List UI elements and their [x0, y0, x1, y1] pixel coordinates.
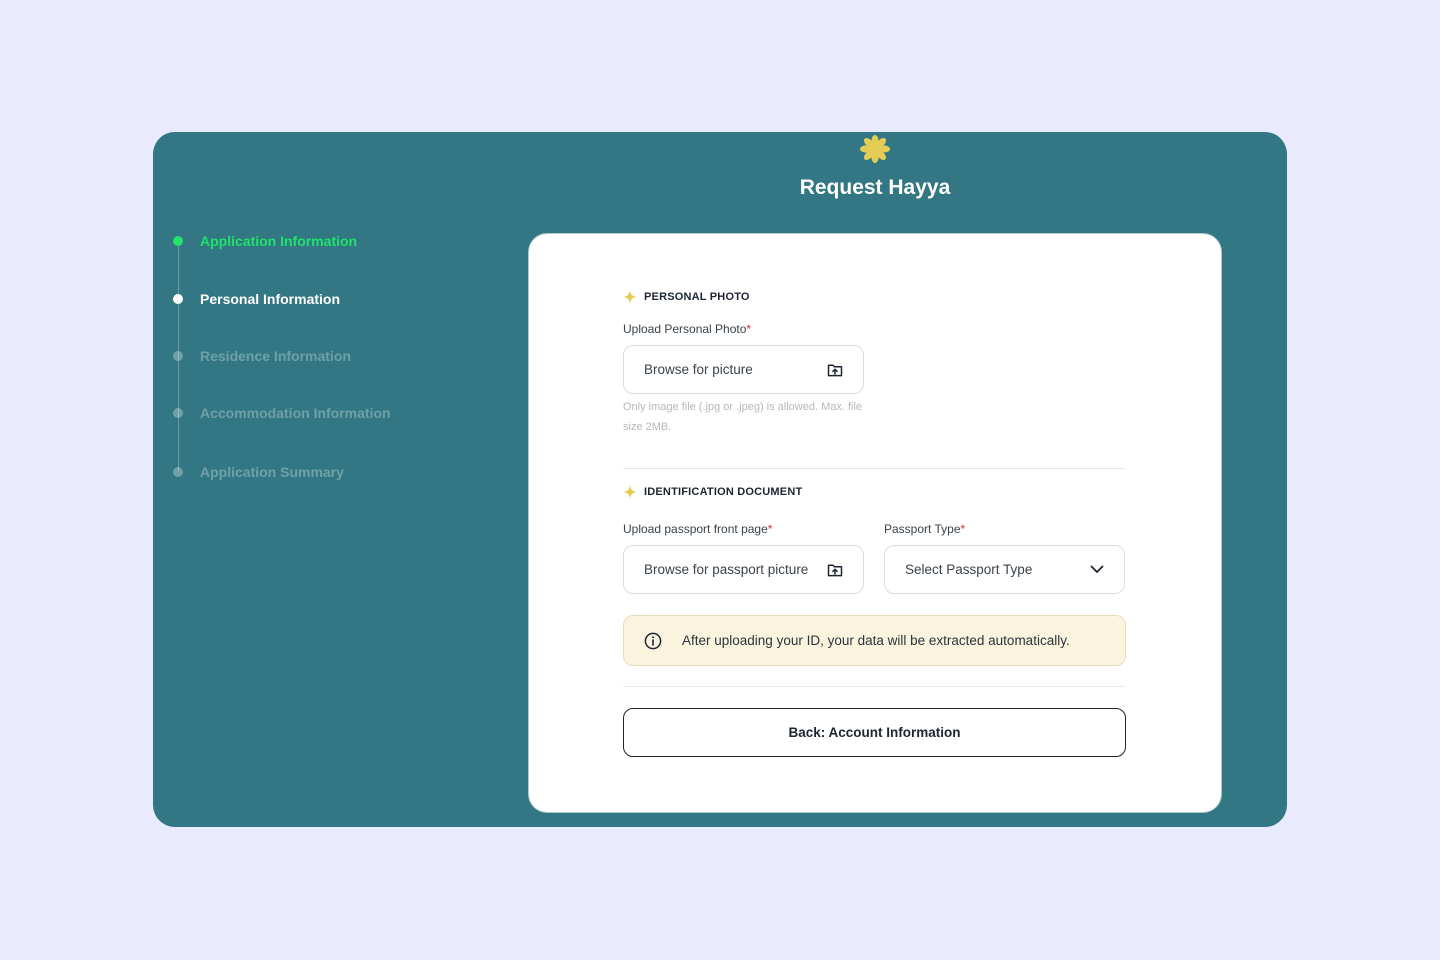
step-application-summary: Application Summary: [173, 462, 344, 482]
step-label: Application Summary: [200, 464, 344, 480]
request-hayya-panel: Application Information Personal Informa…: [153, 132, 1287, 827]
passport-type-select[interactable]: Select Passport Type: [884, 545, 1125, 594]
step-label: Residence Information: [200, 348, 351, 364]
personal-photo-section-title: PERSONAL PHOTO: [623, 290, 750, 304]
required-mark: *: [767, 522, 773, 536]
step-dot-icon: [173, 408, 183, 418]
step-personal-information[interactable]: Personal Information: [173, 289, 340, 309]
step-dot-icon: [173, 351, 183, 361]
folder-upload-icon: [827, 363, 843, 376]
step-label: Accommodation Information: [200, 405, 391, 421]
folder-upload-icon: [827, 563, 843, 576]
step-label: Application Information: [200, 233, 358, 249]
step-dot-icon: [173, 294, 183, 304]
progress-stepper: Application Information Personal Informa…: [153, 132, 533, 827]
required-mark: *: [746, 322, 752, 336]
auto-extract-notice: After uploading your ID, your data will …: [623, 615, 1126, 666]
personal-photo-upload-input[interactable]: Browse for picture: [623, 345, 864, 394]
passport-type-label: Passport Type*: [884, 522, 965, 536]
upload-passport-label: Upload passport front page*: [623, 522, 772, 536]
step-accommodation-information: Accommodation Information: [173, 403, 391, 423]
back-account-information-button[interactable]: Back: Account Information: [623, 708, 1126, 757]
step-application-information[interactable]: Application Information: [173, 231, 357, 251]
required-mark: *: [960, 522, 966, 536]
section-title-text: PERSONAL PHOTO: [644, 291, 750, 303]
section-divider: [623, 686, 1125, 687]
section-divider: [623, 468, 1125, 469]
label-text: Upload passport front page: [623, 522, 768, 536]
upload-personal-photo-label: Upload Personal Photo*: [623, 322, 751, 336]
passport-upload-input[interactable]: Browse for passport picture: [623, 545, 864, 594]
page-title: Request Hayya: [799, 176, 951, 199]
notice-text: After uploading your ID, your data will …: [682, 633, 1070, 648]
sparkle-icon: [623, 485, 637, 499]
identification-section-title: IDENTIFICATION DOCUMENT: [623, 485, 802, 499]
sparkle-icon: [623, 290, 637, 304]
chevron-down-icon: [1090, 565, 1104, 573]
file-type-hint: Only image file (.jpg or .jpeg) is allow…: [623, 401, 863, 433]
label-text: Passport Type: [884, 522, 961, 536]
browse-picture-text: Browse for picture: [644, 362, 753, 377]
step-label: Personal Information: [200, 291, 341, 307]
passport-type-placeholder: Select Passport Type: [905, 562, 1033, 577]
asterisk-flower-icon: [860, 135, 890, 163]
browse-passport-text: Browse for passport picture: [644, 562, 809, 577]
step-residence-information: Residence Information: [173, 346, 351, 366]
label-text: Upload Personal Photo: [623, 322, 747, 336]
section-title-text: IDENTIFICATION DOCUMENT: [644, 486, 803, 498]
info-icon: [644, 632, 662, 649]
form-card: PERSONAL PHOTO Upload Personal Photo* Br…: [529, 234, 1221, 812]
step-dot-icon: [173, 236, 183, 246]
step-dot-icon: [173, 467, 183, 477]
